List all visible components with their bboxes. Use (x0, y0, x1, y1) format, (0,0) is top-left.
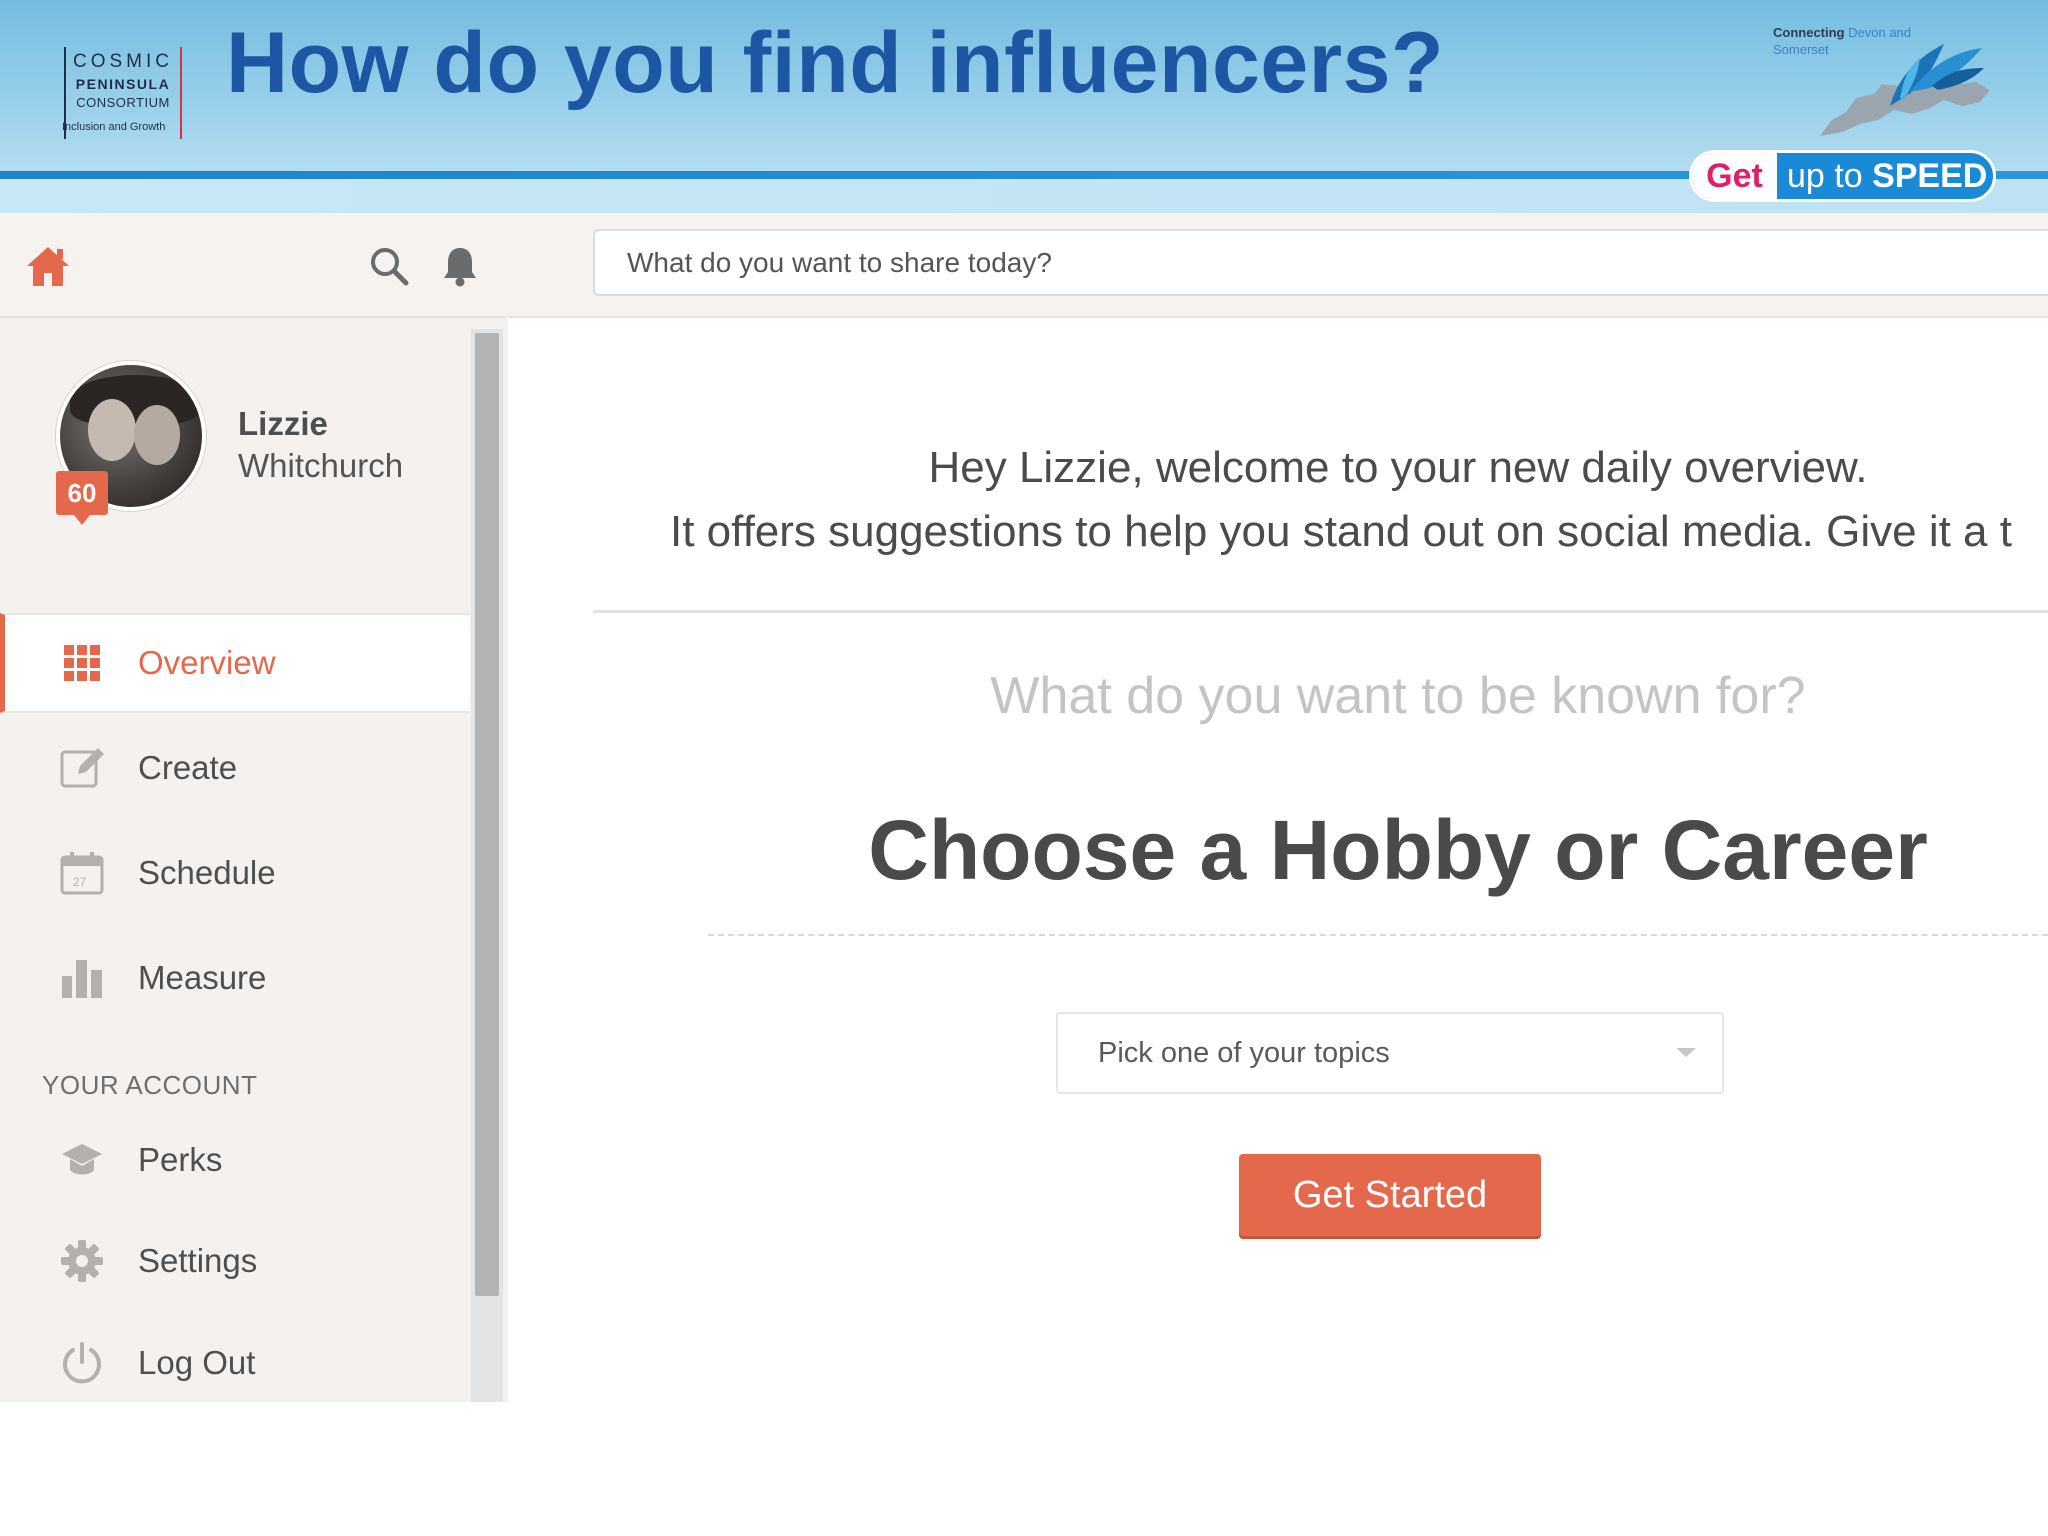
main-top-bar (508, 213, 2048, 318)
sidebar-scrollbar[interactable] (471, 329, 503, 1402)
cosmic-logo-line2: PENINSULA (75, 76, 171, 92)
user-first-name: Lizzie (238, 405, 328, 442)
dashed-divider (708, 934, 2048, 936)
cosmic-logo-tagline: Inclusion and Growth (62, 121, 166, 133)
get-started-button[interactable]: Get Started (1239, 1154, 1541, 1236)
get-up-to-speed-logo: Get up to SPEED (1689, 150, 1996, 202)
share-input[interactable] (593, 229, 2048, 296)
welcome-line-2: It offers suggestions to help you stand … (670, 507, 2012, 556)
nav-label-logout: Log Out (138, 1344, 256, 1381)
get-up-to-speed-rest: up to SPEED (1777, 157, 1987, 196)
cosmic-logo-line1: COSMIC (73, 51, 173, 72)
devon-somerset-map-icon (1820, 44, 1990, 136)
graduation-cap-icon (60, 1138, 104, 1182)
get-up-to-speed-up-to: up to (1787, 156, 1863, 195)
search-icon (371, 248, 409, 286)
gear-icon (60, 1239, 104, 1283)
slide-title: How do you find influencers? (226, 15, 1444, 111)
sidebar: 60 Lizzie Whitchurch Overview Create 27 … (0, 213, 508, 1402)
bar-chart-icon (60, 956, 104, 1000)
divider (593, 610, 2048, 613)
nav-label-perks: Perks (138, 1141, 223, 1178)
grid-icon (60, 641, 104, 685)
chevron-down-icon (1676, 1048, 1696, 1057)
user-last-name: Whitchurch (238, 447, 404, 484)
nav-label-create: Create (138, 749, 238, 786)
topic-select[interactable]: Pick one of your topics (1056, 1012, 1724, 1094)
choose-hobby-title: Choose a Hobby or Career (868, 803, 1928, 897)
known-for-prompt: What do you want to be known for? (990, 667, 1806, 725)
edit-icon (60, 746, 104, 790)
score-badge: 60 (56, 471, 108, 525)
calendar-icon: 27 (60, 851, 104, 895)
nav-label-overview: Overview (138, 644, 276, 681)
search-button[interactable] (361, 238, 417, 294)
notifications-button[interactable] (432, 238, 488, 294)
home-button[interactable] (20, 238, 76, 294)
your-account-heading: YOUR ACCOUNT (42, 1070, 258, 1100)
power-icon (60, 1341, 104, 1385)
app-window: 60 Lizzie Whitchurch Overview Create 27 … (0, 213, 2048, 1402)
nav-label-settings: Settings (138, 1242, 258, 1279)
nav-label-measure: Measure (138, 959, 267, 996)
slide-header-banner: COSMIC PENINSULA CONSORTIUM Inclusion an… (0, 0, 2048, 213)
sidebar-scrollbar-thumb[interactable] (475, 333, 499, 1296)
nav-item-perks[interactable]: Perks (0, 1110, 470, 1210)
svg-text:27: 27 (73, 875, 87, 889)
get-up-to-speed-speed: SPEED (1872, 156, 1988, 195)
nav-item-create[interactable]: Create (0, 718, 470, 818)
cosmic-logo-line3: CONSORTIUM (76, 95, 170, 110)
bell-icon (444, 248, 476, 287)
topic-select-value: Pick one of your topics (1098, 1036, 1390, 1069)
nav-label-schedule: Schedule (138, 854, 276, 891)
overview-main: Hey Lizzie, welcome to your new daily ov… (508, 320, 2048, 1402)
home-icon (27, 247, 69, 286)
nav-item-overview[interactable]: Overview (0, 613, 470, 713)
nav-item-schedule[interactable]: 27 Schedule (0, 823, 470, 923)
welcome-line-1: Hey Lizzie, welcome to your new daily ov… (928, 443, 1868, 492)
nav-item-settings[interactable]: Settings (0, 1211, 470, 1311)
get-up-to-speed-get: Get (1692, 153, 1777, 199)
sidebar-top-bar (0, 213, 505, 318)
nav-item-measure[interactable]: Measure (0, 928, 470, 1028)
nav-item-logout[interactable]: Log Out (0, 1313, 470, 1402)
